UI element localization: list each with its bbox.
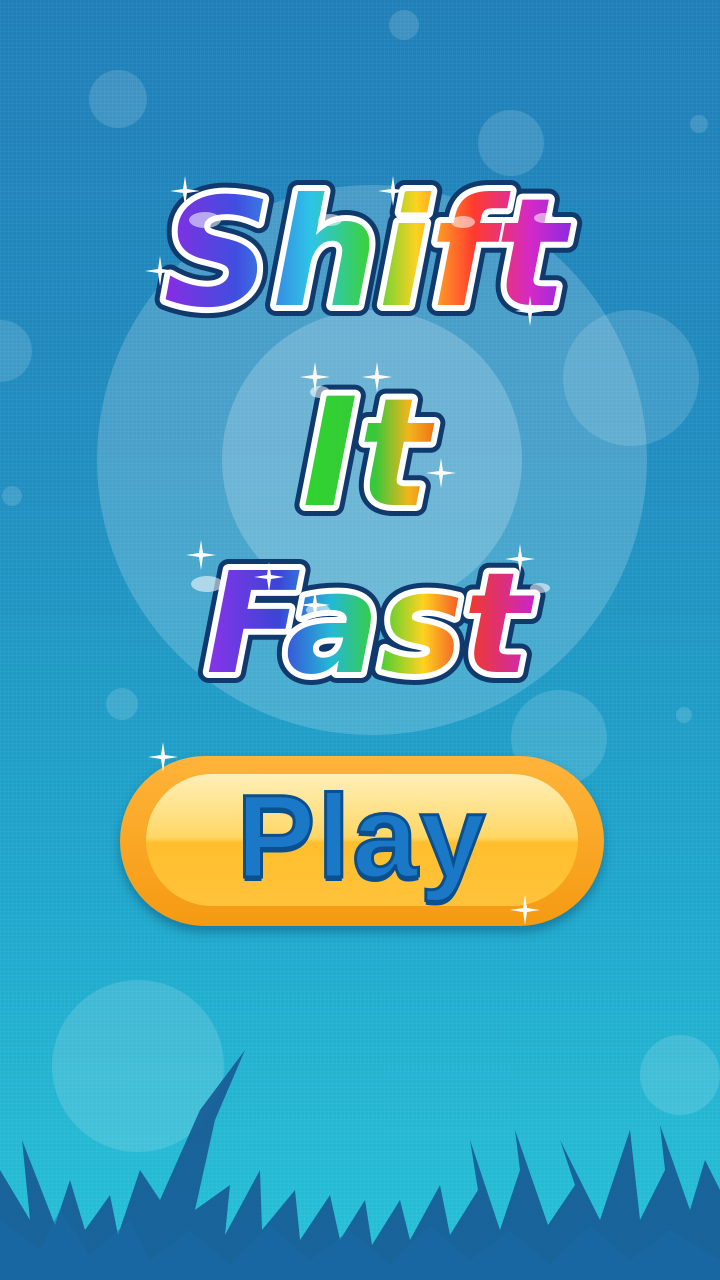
sparkle-icon [362,362,392,392]
sparkle-icon [254,562,284,592]
sparkle-icon [300,590,330,620]
sparkle-icon [186,540,216,570]
play-button-label: Play [235,771,488,903]
sparkle-icon [170,176,200,206]
play-button-face[interactable]: Play [146,774,578,906]
sparkle-icon [515,296,545,326]
sparkle-icon [300,362,330,392]
sparkle-icon [505,544,535,574]
title-line-shift: Shift Shift Shift [152,156,582,352]
grass-silhouette [0,1050,720,1280]
sparkle-icon [378,176,408,206]
sparkle-icon [145,256,175,286]
svg-text:Shift: Shift [163,167,571,341]
sparkle-icon [426,458,456,488]
sparkle-icon [148,742,178,772]
sparkle-icon [510,895,540,925]
game-title: Shift Shift Shift It It It Fast Fast Fas… [152,156,582,717]
